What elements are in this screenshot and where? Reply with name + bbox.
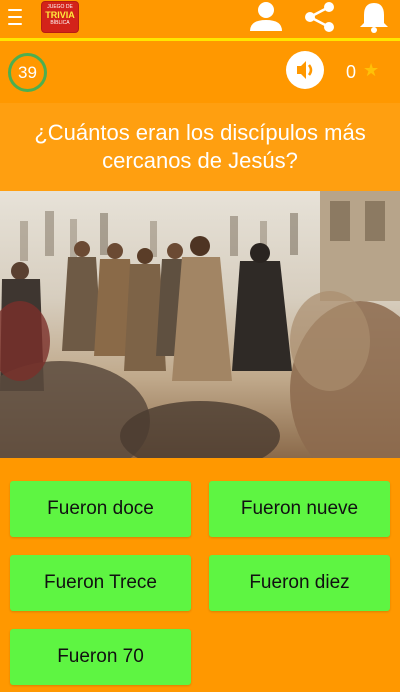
profile-icon[interactable] (249, 0, 283, 34)
answer-button-2[interactable]: Fueron nueve (209, 481, 390, 537)
app-logo: JUEGO DE TRIVIA BÍBLICA (41, 1, 79, 33)
question-text: ¿Cuántos eran los discípulos más cercano… (0, 103, 400, 191)
answer-button-1[interactable]: Fueron doce (10, 481, 191, 537)
sound-toggle-button[interactable] (286, 51, 324, 89)
share-icon[interactable] (302, 0, 336, 34)
countdown-timer: 39 (8, 53, 47, 92)
status-bar: 39 0 ★ (0, 41, 400, 103)
menu-icon[interactable] (8, 6, 22, 26)
star-icon: ★ (363, 60, 380, 80)
answer-button-3[interactable]: Fueron Trece (10, 555, 191, 611)
speaker-icon (297, 61, 313, 79)
question-image (0, 191, 400, 458)
app-bar: JUEGO DE TRIVIA BÍBLICA (0, 0, 400, 38)
answer-button-4[interactable]: Fueron diez (209, 555, 390, 611)
score-value: 0 (346, 62, 357, 82)
notifications-icon[interactable] (357, 0, 391, 34)
answer-button-5[interactable]: Fueron 70 (10, 629, 191, 685)
